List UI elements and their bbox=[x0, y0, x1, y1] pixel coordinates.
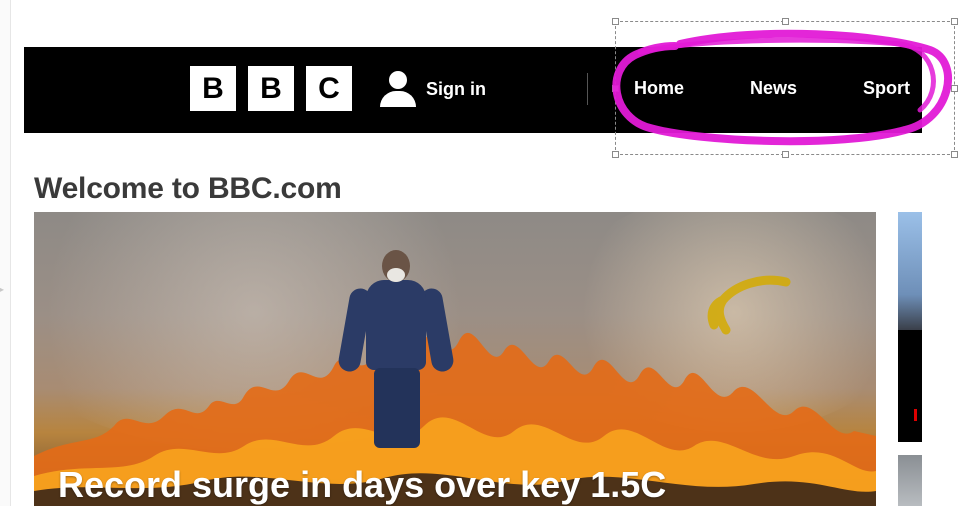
left-panel-edge: ▸ bbox=[0, 0, 11, 506]
page-title: Welcome to BBC.com bbox=[34, 172, 342, 206]
logo-letter-c: C bbox=[306, 66, 352, 111]
user-icon bbox=[380, 71, 416, 107]
logo-letter-b2: B bbox=[248, 66, 294, 111]
side-story-image bbox=[898, 212, 922, 330]
live-indicator bbox=[914, 409, 917, 421]
hero-image-firefighter bbox=[336, 250, 460, 460]
nav-item-news[interactable]: News bbox=[750, 78, 797, 99]
hero-headline[interactable]: Record surge in days over key 1.5C bbox=[58, 464, 666, 506]
bbc-homepage: B B C Sign in Home News Sport Welcome to… bbox=[24, 0, 976, 506]
side-story-card[interactable] bbox=[898, 212, 922, 442]
sign-in-label: Sign in bbox=[426, 78, 486, 99]
nav-item-home[interactable]: Home bbox=[634, 78, 684, 99]
chevron-right-icon[interactable]: ▸ bbox=[0, 283, 8, 295]
nav-item-sport[interactable]: Sport bbox=[863, 78, 910, 99]
sign-in-button[interactable]: Sign in bbox=[380, 71, 486, 107]
bbc-logo[interactable]: B B C bbox=[190, 66, 352, 111]
side-story-card-2[interactable] bbox=[898, 455, 922, 506]
nav-divider bbox=[587, 73, 588, 105]
logo-letter-b1: B bbox=[190, 66, 236, 111]
hero-story[interactable]: Record surge in days over key 1.5C bbox=[34, 212, 876, 506]
bbc-header: B B C Sign in Home News Sport bbox=[24, 47, 922, 133]
